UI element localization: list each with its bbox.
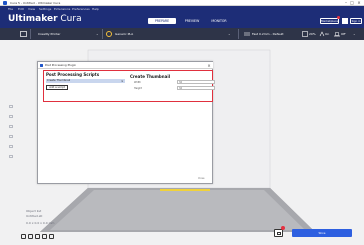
apps-grid-icon[interactable] bbox=[342, 18, 348, 24]
add-script-button[interactable]: Add a script bbox=[46, 85, 68, 90]
close-window-icon[interactable]: × bbox=[357, 1, 361, 5]
view-right-icon[interactable] bbox=[49, 234, 54, 239]
height-label: Height bbox=[134, 87, 142, 90]
dialog-title: Post Processing Plugin bbox=[45, 63, 77, 67]
support-blocker-icon[interactable] bbox=[8, 154, 14, 159]
chevron-down-icon[interactable]: ⌄ bbox=[228, 32, 231, 36]
material-spool-icon bbox=[106, 31, 112, 37]
toolbar-separator bbox=[238, 29, 239, 39]
infill-value: 20% bbox=[309, 32, 316, 36]
object-list-title[interactable]: Object list bbox=[26, 209, 41, 213]
open-file-icon[interactable] bbox=[20, 31, 27, 37]
height-field[interactable]: 32 bbox=[177, 86, 215, 90]
output-device-button[interactable] bbox=[274, 229, 283, 237]
printer-icon bbox=[277, 232, 281, 235]
support-value: On bbox=[325, 32, 330, 36]
create-thumbnail-heading: Create Thumbnail bbox=[130, 74, 171, 79]
toolbar-separator bbox=[102, 29, 103, 39]
rotate-tool-icon[interactable] bbox=[8, 124, 14, 129]
support-icon bbox=[302, 31, 308, 37]
notification-badge bbox=[281, 226, 285, 230]
marketplace-button[interactable]: Marketplace bbox=[320, 18, 339, 24]
object-dimensions: 0.0 x 0.0 x 0.0 mm bbox=[26, 221, 55, 225]
width-field[interactable]: 32 bbox=[177, 80, 215, 84]
settings-sliders-icon bbox=[244, 32, 250, 36]
object-list: Object list Untitled.stl 0.0 x 0.0 x 0.0… bbox=[20, 208, 62, 226]
move-tool-icon[interactable] bbox=[8, 104, 14, 109]
adhesion-value: Off bbox=[341, 32, 346, 36]
chevron-down-icon[interactable]: ⌄ bbox=[96, 32, 99, 36]
tab-preview[interactable]: PREVIEW bbox=[180, 18, 204, 24]
dialog-titlebar[interactable]: Post Processing Plugin × bbox=[38, 62, 213, 69]
app-logo: Ultimaker Cura bbox=[8, 14, 82, 24]
post-processing-scripts-heading: Post Processing Scripts bbox=[46, 72, 100, 77]
post-processing-dialog: Post Processing Plugin × Post Processing… bbox=[37, 61, 215, 184]
notification-badge bbox=[337, 16, 340, 19]
menu-help[interactable]: Help bbox=[92, 6, 99, 12]
tab-prepare[interactable]: PREPARE bbox=[148, 18, 176, 24]
dialog-close-button[interactable]: Close bbox=[198, 177, 205, 180]
app-icon bbox=[3, 1, 7, 5]
menu-preferences[interactable]: Preferences bbox=[72, 6, 90, 12]
view-front-icon[interactable] bbox=[28, 234, 33, 239]
menu-view[interactable]: View bbox=[28, 6, 35, 12]
menu-file[interactable]: File bbox=[8, 6, 13, 12]
view-top-icon[interactable] bbox=[35, 234, 40, 239]
signin-button[interactable]: Sign in bbox=[350, 18, 362, 24]
menu-extensions[interactable]: Extensions bbox=[54, 6, 70, 12]
logo-sub: Cura bbox=[57, 14, 82, 24]
script-name: Create Thumbnail bbox=[47, 79, 71, 82]
tab-monitor[interactable]: MONITOR bbox=[206, 18, 232, 24]
app-icon bbox=[40, 64, 43, 67]
script-list-item[interactable]: Create Thumbnail × bbox=[46, 79, 125, 83]
menu-bar: File Edit View Settings Extensions Prefe… bbox=[0, 6, 364, 12]
toolbar-separator bbox=[30, 29, 31, 39]
per-model-settings-icon[interactable] bbox=[8, 144, 14, 149]
mirror-tool-icon[interactable] bbox=[8, 134, 14, 139]
scale-tool-icon[interactable] bbox=[8, 114, 14, 119]
object-list-file[interactable]: Untitled.stl bbox=[26, 214, 42, 218]
printer-selector[interactable]: Creality Printer bbox=[38, 28, 61, 40]
adhesion-icon bbox=[334, 32, 340, 37]
minimize-icon[interactable]: – bbox=[344, 1, 348, 5]
chevron-down-icon[interactable]: ⌄ bbox=[353, 32, 356, 36]
menu-edit[interactable]: Edit bbox=[18, 6, 24, 12]
menu-settings[interactable]: Settings bbox=[39, 6, 51, 12]
print-settings-selector[interactable]: Fast 0.2mm - Default bbox=[252, 28, 284, 40]
slice-button[interactable]: Slice bbox=[292, 229, 352, 237]
logo-main: Ultimaker bbox=[8, 14, 58, 24]
view-3d-icon[interactable] bbox=[21, 234, 26, 239]
remove-script-icon[interactable]: × bbox=[121, 79, 124, 83]
width-label: Width bbox=[134, 81, 141, 84]
close-icon[interactable]: × bbox=[206, 62, 212, 69]
material-selector[interactable]: Generic PLA bbox=[115, 28, 133, 40]
view-left-icon[interactable] bbox=[42, 234, 47, 239]
maximize-icon[interactable]: □ bbox=[350, 1, 354, 5]
